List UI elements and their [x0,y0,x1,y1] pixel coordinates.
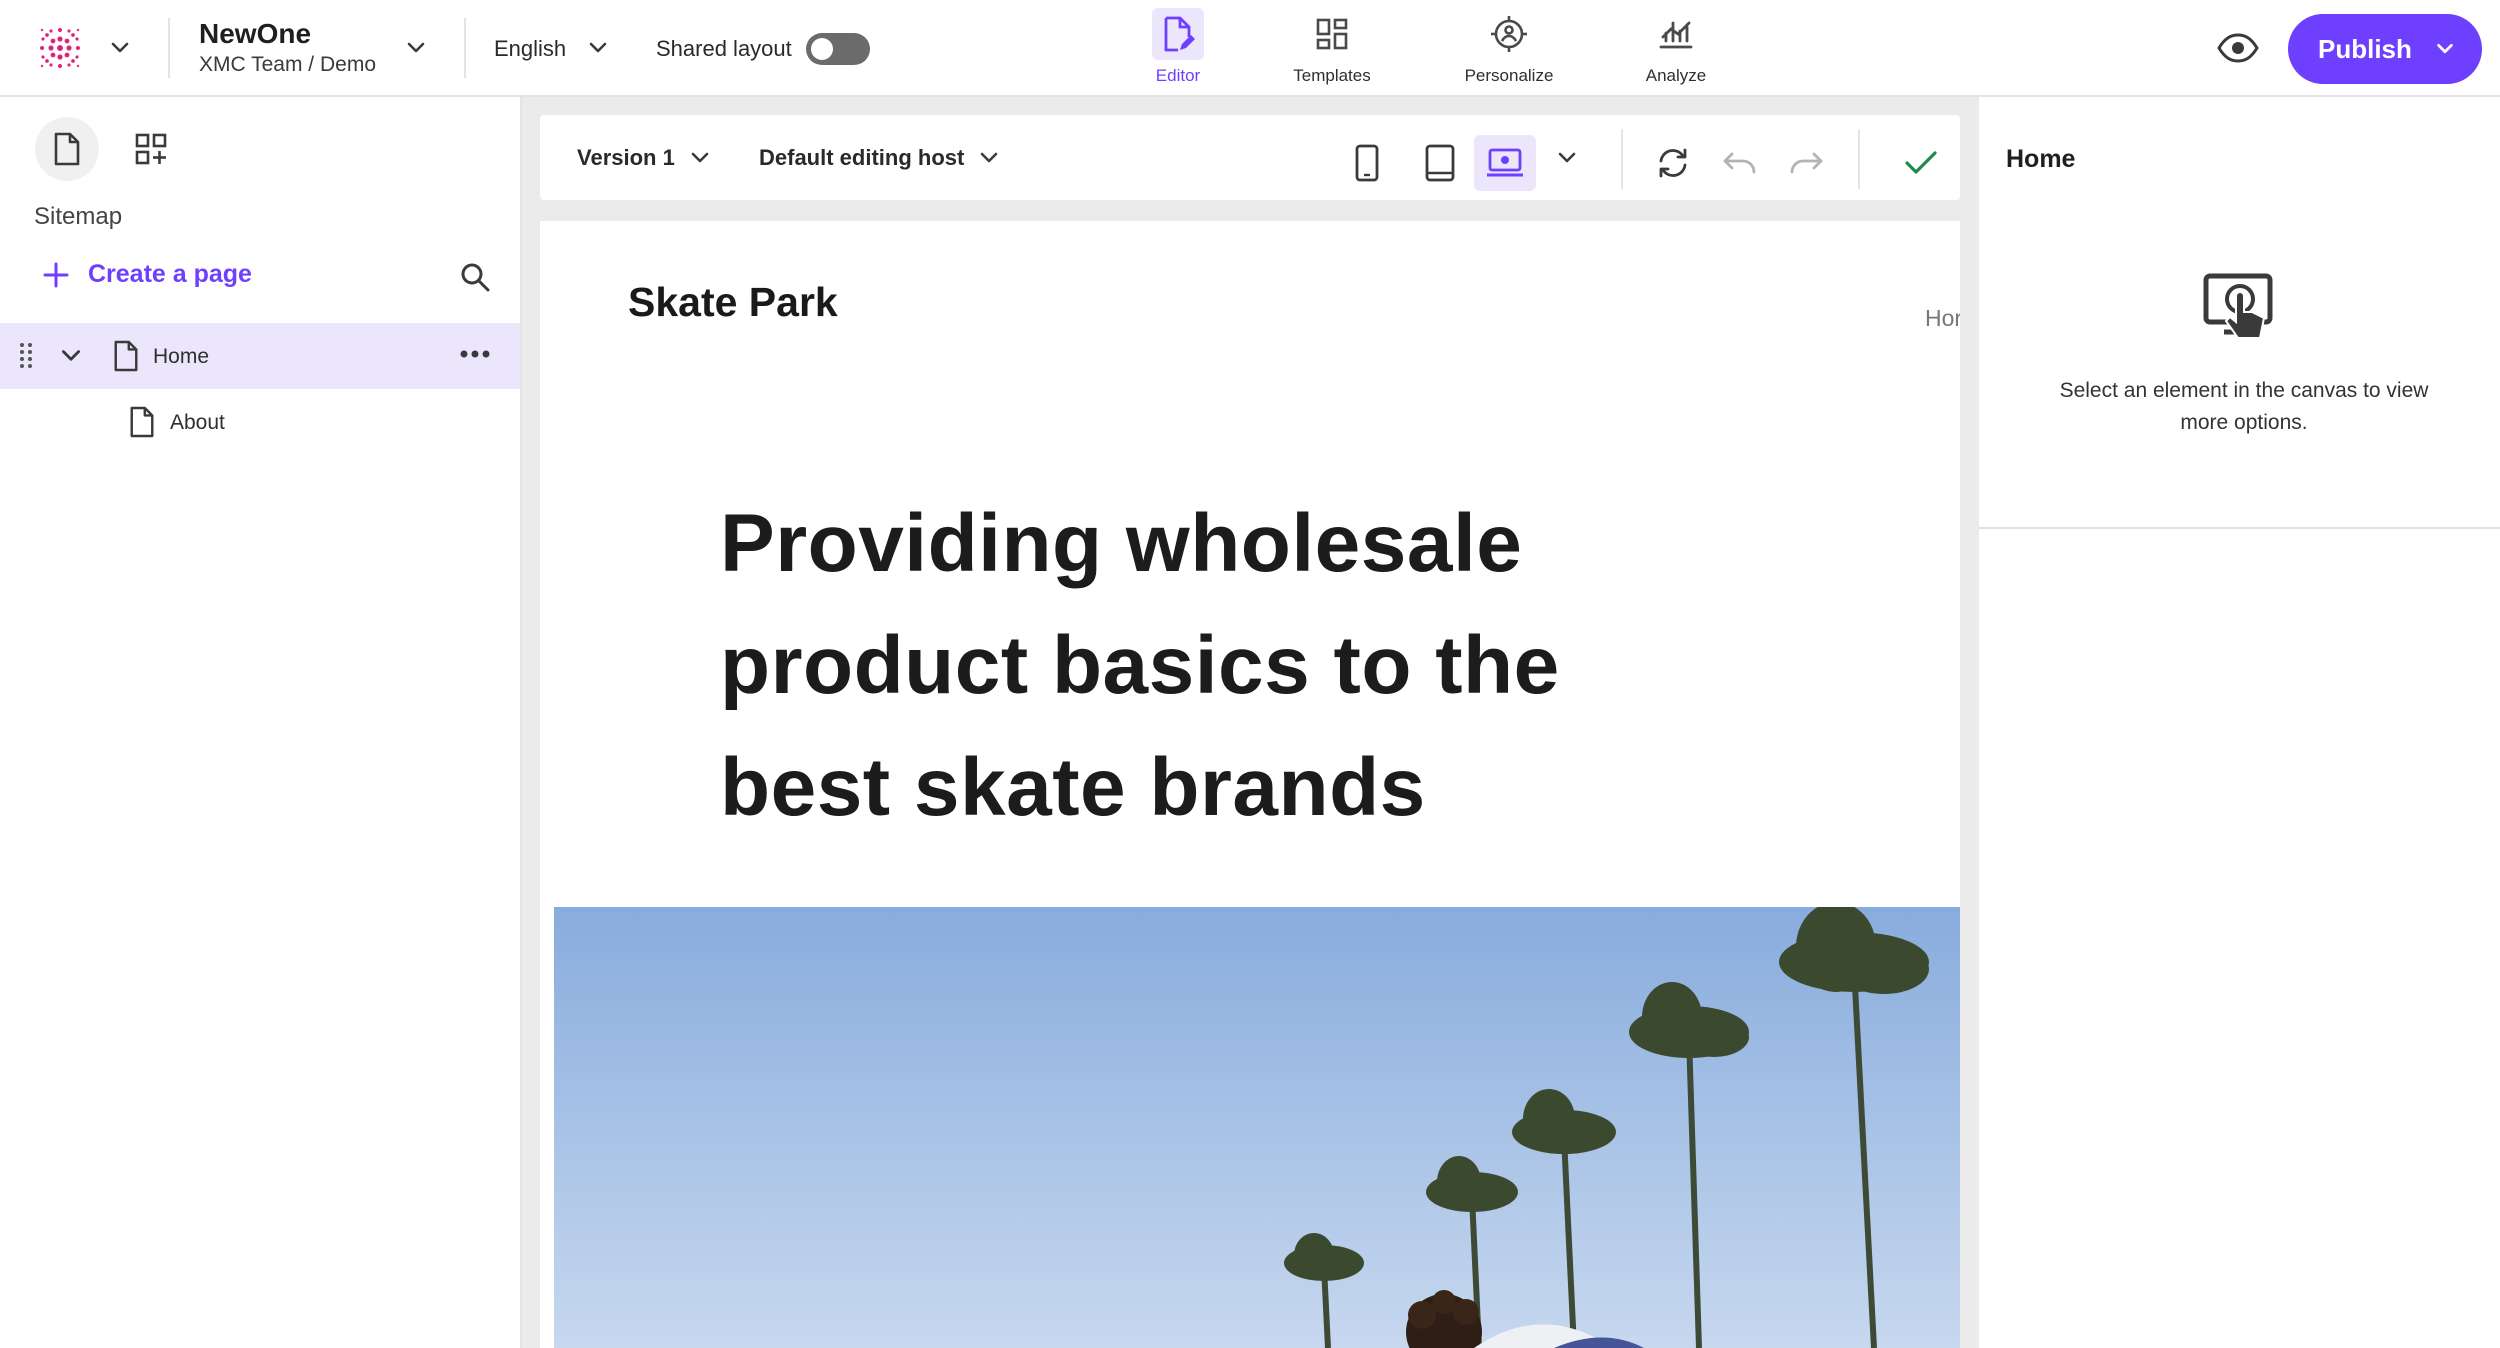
top-bar: NewOne XMC Team / Demo English Shared la… [0,0,2500,97]
components-add-icon [135,133,167,165]
hero-image[interactable] [554,907,1960,1348]
checkmark-icon[interactable] [1890,135,1952,191]
mobile-device-icon[interactable] [1336,135,1398,191]
sitemap-item-label: Home [153,345,210,368]
personalize-icon [1483,8,1535,60]
shared-layout-label: Shared layout [656,36,792,61]
create-page-label: Create a page [88,260,252,288]
nav-analyze[interactable]: Analyze [1616,8,1736,90]
app-switcher-chevron-down-icon[interactable] [108,36,132,60]
nav-editor-label: Editor [1155,66,1201,85]
desktop-device-icon[interactable] [1474,135,1536,191]
tab-components[interactable] [119,117,183,181]
site-path[interactable]: XMC Team / Demo [199,53,376,77]
redo-icon[interactable] [1775,135,1837,191]
page-icon [128,405,156,439]
publish-chevron-down-icon[interactable] [2434,38,2456,60]
nav-templates[interactable]: Templates [1272,8,1392,90]
sitemap-item-label: About [170,411,225,434]
expand-chevron-down-icon[interactable] [58,343,84,369]
app-logo-icon[interactable] [34,22,86,74]
create-page-button[interactable]: Create a page [42,260,252,289]
nav-personalize-label: Personalize [1464,66,1554,85]
language-chevron-down-icon[interactable] [586,36,610,60]
topbar-divider [168,18,170,78]
language-selector[interactable]: English [494,36,566,62]
sitemap-item-home[interactable]: Home [0,323,520,389]
page-icon [54,132,80,166]
more-options-icon[interactable] [460,349,490,359]
panel-title: Home [2006,145,2076,173]
tablet-device-icon[interactable] [1409,135,1471,191]
page-icon [112,339,140,373]
search-icon[interactable] [458,260,492,294]
topbar-divider [464,18,466,78]
page-nav-link[interactable]: Hor [1925,305,1960,332]
preview-eye-icon[interactable] [2216,30,2260,66]
analyze-icon [1650,8,1702,60]
editor-icon [1152,8,1204,60]
site-title[interactable]: Skate Park [628,279,838,326]
templates-icon [1306,8,1358,60]
canvas-toolbar: Version 1 Default editing host [540,115,1960,200]
version-selector[interactable]: Version 1 [577,145,675,171]
site-name[interactable]: NewOne [199,18,311,50]
nav-analyze-label: Analyze [1645,66,1707,85]
panel-divider [1979,527,2500,529]
toolbar-divider [1858,129,1860,189]
nav-personalize[interactable]: Personalize [1449,8,1569,90]
plus-icon [43,262,69,287]
page-canvas[interactable]: Skate Park Hor Providing wholesale produ… [540,221,1960,1348]
publish-button[interactable]: Publish [2288,14,2482,84]
toggle-knob [811,38,833,60]
refresh-icon[interactable] [1642,135,1704,191]
sitemap-item-about[interactable]: About [0,389,520,455]
device-chevron-down-icon[interactable] [1555,146,1579,170]
tab-pages[interactable] [35,117,99,181]
properties-panel: Home Select an element in the canvas to … [1979,97,2500,1348]
undo-icon[interactable] [1709,135,1771,191]
publish-label: Publish [2318,33,2412,64]
version-chevron-down-icon[interactable] [688,146,712,170]
nav-editor[interactable]: Editor [1118,8,1238,90]
nav-templates-label: Templates [1293,66,1371,85]
host-chevron-down-icon[interactable] [977,146,1001,170]
editing-host-selector[interactable]: Default editing host [759,145,964,171]
drag-handle-icon[interactable] [18,341,34,371]
site-switcher-chevron-down-icon[interactable] [404,36,428,60]
select-element-icon [2202,272,2282,348]
panel-hint-text: Select an element in the canvas to view … [2059,379,2429,434]
hero-heading[interactable]: Providing wholesale product basics to th… [720,483,1720,849]
sitemap-title: Sitemap [34,203,123,230]
shared-layout-toggle[interactable] [806,33,870,65]
canvas-area: Version 1 Default editing host Skate Par… [522,97,1979,1348]
toolbar-divider [1621,129,1623,189]
sitemap-sidebar: Sitemap Create a page Home About [0,97,522,1348]
